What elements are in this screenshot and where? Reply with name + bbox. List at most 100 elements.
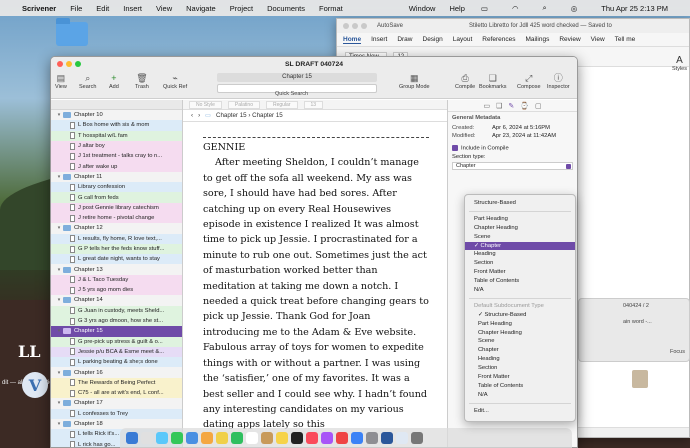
binder-document[interactable]: T hosspital w/L fam — [51, 130, 182, 141]
group-mode-button[interactable]: ▦ Group Mode — [399, 73, 430, 90]
metadata-tab-icon[interactable]: ✎ — [508, 102, 514, 110]
general-metadata-header[interactable]: General Metadata — [448, 112, 577, 124]
binder-folder[interactable]: ▾ Chapter 12 — [51, 223, 182, 233]
disclosure-triangle-icon[interactable]: ▾ — [55, 400, 63, 406]
dropdown-subitem[interactable]: Front Matter — [465, 373, 575, 382]
finder-icon[interactable] — [126, 432, 138, 444]
news-icon[interactable] — [336, 432, 348, 444]
menu-insert[interactable]: Insert — [123, 4, 142, 13]
tab-design[interactable]: Design — [423, 36, 443, 43]
binder-folder[interactable]: ▾ Chapter 17 — [51, 398, 182, 408]
scrivener-backups-label[interactable]: scrivener backups — [623, 391, 671, 397]
font-size-select[interactable]: 13 — [303, 100, 324, 109]
menu-documents[interactable]: Documents — [267, 4, 305, 13]
binder-document[interactable]: L parking beating & she;s done — [51, 357, 182, 368]
quick-ref-button[interactable]: ⌁ Quick Ref — [163, 73, 187, 90]
binder-document[interactable]: C75 - all are at wit's end, L conf... — [51, 388, 182, 399]
settings-icon[interactable] — [366, 432, 378, 444]
tab-insert[interactable]: Insert — [371, 36, 387, 43]
snapshots-tab-icon[interactable]: ⌚ — [520, 102, 529, 110]
dropdown-item[interactable]: Part Heading — [465, 215, 575, 224]
forward-arrow-icon[interactable]: › — [198, 112, 200, 119]
dropdown-item[interactable]: Structure-Based — [465, 199, 575, 208]
notes-icon[interactable] — [276, 432, 288, 444]
binder-document[interactable]: G 3 yrs ago dmoon, how she st... — [51, 315, 182, 327]
binder-folder[interactable]: ▾ Chapter 11 — [51, 172, 182, 182]
tab-review[interactable]: Review — [559, 36, 580, 43]
bookmarks-button[interactable]: ❑ Bookmarks — [479, 73, 507, 90]
back-arrow-icon[interactable]: ‹ — [191, 112, 193, 119]
dropdown-item[interactable]: ✓ Chapter — [465, 241, 575, 251]
style-select[interactable]: No Style — [189, 100, 222, 109]
binder-folder[interactable]: ▾ Chapter 16 — [51, 367, 182, 377]
binder-document[interactable]: G Juan in custody, meets Sheld... — [51, 305, 182, 316]
dropdown-item[interactable]: N/A — [465, 286, 575, 295]
binder-document[interactable]: J 1st treatment - talks cray to n... — [51, 151, 182, 162]
dropdown-item[interactable]: Front Matter — [465, 268, 575, 277]
binder-folder[interactable]: ▾ Chapter 14 — [51, 295, 182, 305]
autosave-label[interactable]: AutoSave — [377, 23, 403, 29]
backup-file-icon[interactable] — [632, 370, 648, 388]
disclosure-triangle-icon[interactable]: ▾ — [55, 225, 63, 231]
scene-body[interactable]: After meeting Sheldon, I couldn’t manage… — [203, 155, 429, 432]
maps-icon[interactable] — [201, 432, 213, 444]
wifi-icon[interactable]: ◠ — [512, 4, 519, 13]
mail-icon[interactable] — [186, 432, 198, 444]
desktop-folder-icon[interactable] — [56, 18, 88, 46]
menu-project[interactable]: Project — [230, 4, 253, 13]
zoom-icon[interactable] — [361, 23, 367, 29]
dropdown-edit[interactable]: Edit... — [465, 407, 575, 416]
binder-document[interactable]: L confesses to Trey — [51, 408, 182, 419]
battery-icon[interactable]: ▭ — [481, 4, 488, 13]
focus-button[interactable]: Focus — [670, 349, 685, 355]
binder-document[interactable]: J altar boy — [51, 140, 182, 152]
dropdown-subitem[interactable]: Part Heading — [465, 320, 575, 329]
search-icon[interactable]: ⌕ — [543, 3, 547, 13]
dropdown-subitem[interactable]: Table of Contents — [465, 382, 575, 391]
include-in-compile-checkbox[interactable]: Include in Compile — [448, 140, 577, 153]
binder-document[interactable]: J after wake up — [51, 161, 182, 172]
font-weight-select[interactable]: Regular — [265, 100, 298, 109]
tab-home[interactable]: Home — [343, 36, 362, 44]
binder-document[interactable]: L results, fly home, R love text,... — [51, 233, 182, 244]
binder-document[interactable]: G call from feds — [51, 192, 182, 203]
menu-navigate[interactable]: Navigate — [186, 4, 216, 13]
font-family-select[interactable]: Palatino — [227, 100, 260, 109]
tab-layout[interactable]: Layout — [453, 36, 473, 43]
facetime-icon[interactable] — [231, 432, 243, 444]
view-button[interactable]: ▤ View — [55, 73, 67, 90]
tab-view[interactable]: View — [591, 36, 605, 43]
dropdown-subitem[interactable]: Heading — [465, 355, 575, 364]
binder-document[interactable]: J 5 yrs ago mom dies — [51, 285, 182, 296]
binder-document[interactable]: Jessie p/u BCA & Esme meet &... — [51, 346, 182, 358]
binder-document[interactable]: G pre-pick up stress & guilt & o... — [51, 336, 182, 347]
minimize-icon[interactable] — [352, 23, 358, 29]
disclosure-triangle-icon[interactable]: ▾ — [55, 267, 63, 273]
inspector-button[interactable]: ⓘ Inspector — [547, 73, 570, 90]
dropdown-subitem[interactable]: Scene — [465, 337, 575, 346]
contacts-icon[interactable] — [261, 432, 273, 444]
menu-file[interactable]: File — [70, 4, 82, 13]
dropdown-subitem[interactable]: ✓ Structure-Based — [465, 311, 575, 320]
disclosure-triangle-icon[interactable]: ▾ — [55, 328, 63, 334]
binder-document[interactable]: L Bos home with sis & mom — [51, 120, 182, 131]
scrivener-logo-icon[interactable]: V — [22, 372, 48, 398]
tv-icon[interactable] — [291, 432, 303, 444]
binder-document[interactable]: The Rewards of Being Perfect — [51, 377, 182, 389]
disclosure-triangle-icon[interactable]: ▾ — [55, 297, 63, 303]
minimize-icon[interactable] — [66, 61, 72, 67]
binder-document[interactable]: G P tells her the feds know stuff... — [51, 243, 182, 255]
menu-format[interactable]: Format — [319, 4, 343, 13]
menu-help[interactable]: Help — [449, 4, 464, 13]
bookmarks-tab-icon[interactable]: ❑ — [496, 102, 502, 110]
dropdown-subitem[interactable]: N/A — [465, 391, 575, 400]
app-store-icon[interactable] — [351, 432, 363, 444]
search-button[interactable]: ⌕ Search — [79, 73, 96, 90]
disclosure-triangle-icon[interactable]: ▾ — [55, 174, 63, 180]
messages-icon[interactable] — [171, 432, 183, 444]
close-icon[interactable] — [343, 23, 349, 29]
dropdown-subitem[interactable]: Chapter — [465, 346, 575, 355]
menu-view[interactable]: View — [156, 4, 172, 13]
dropdown-item[interactable]: Table of Contents — [465, 277, 575, 286]
dropdown-subitem[interactable]: Chapter Heading — [465, 329, 575, 338]
